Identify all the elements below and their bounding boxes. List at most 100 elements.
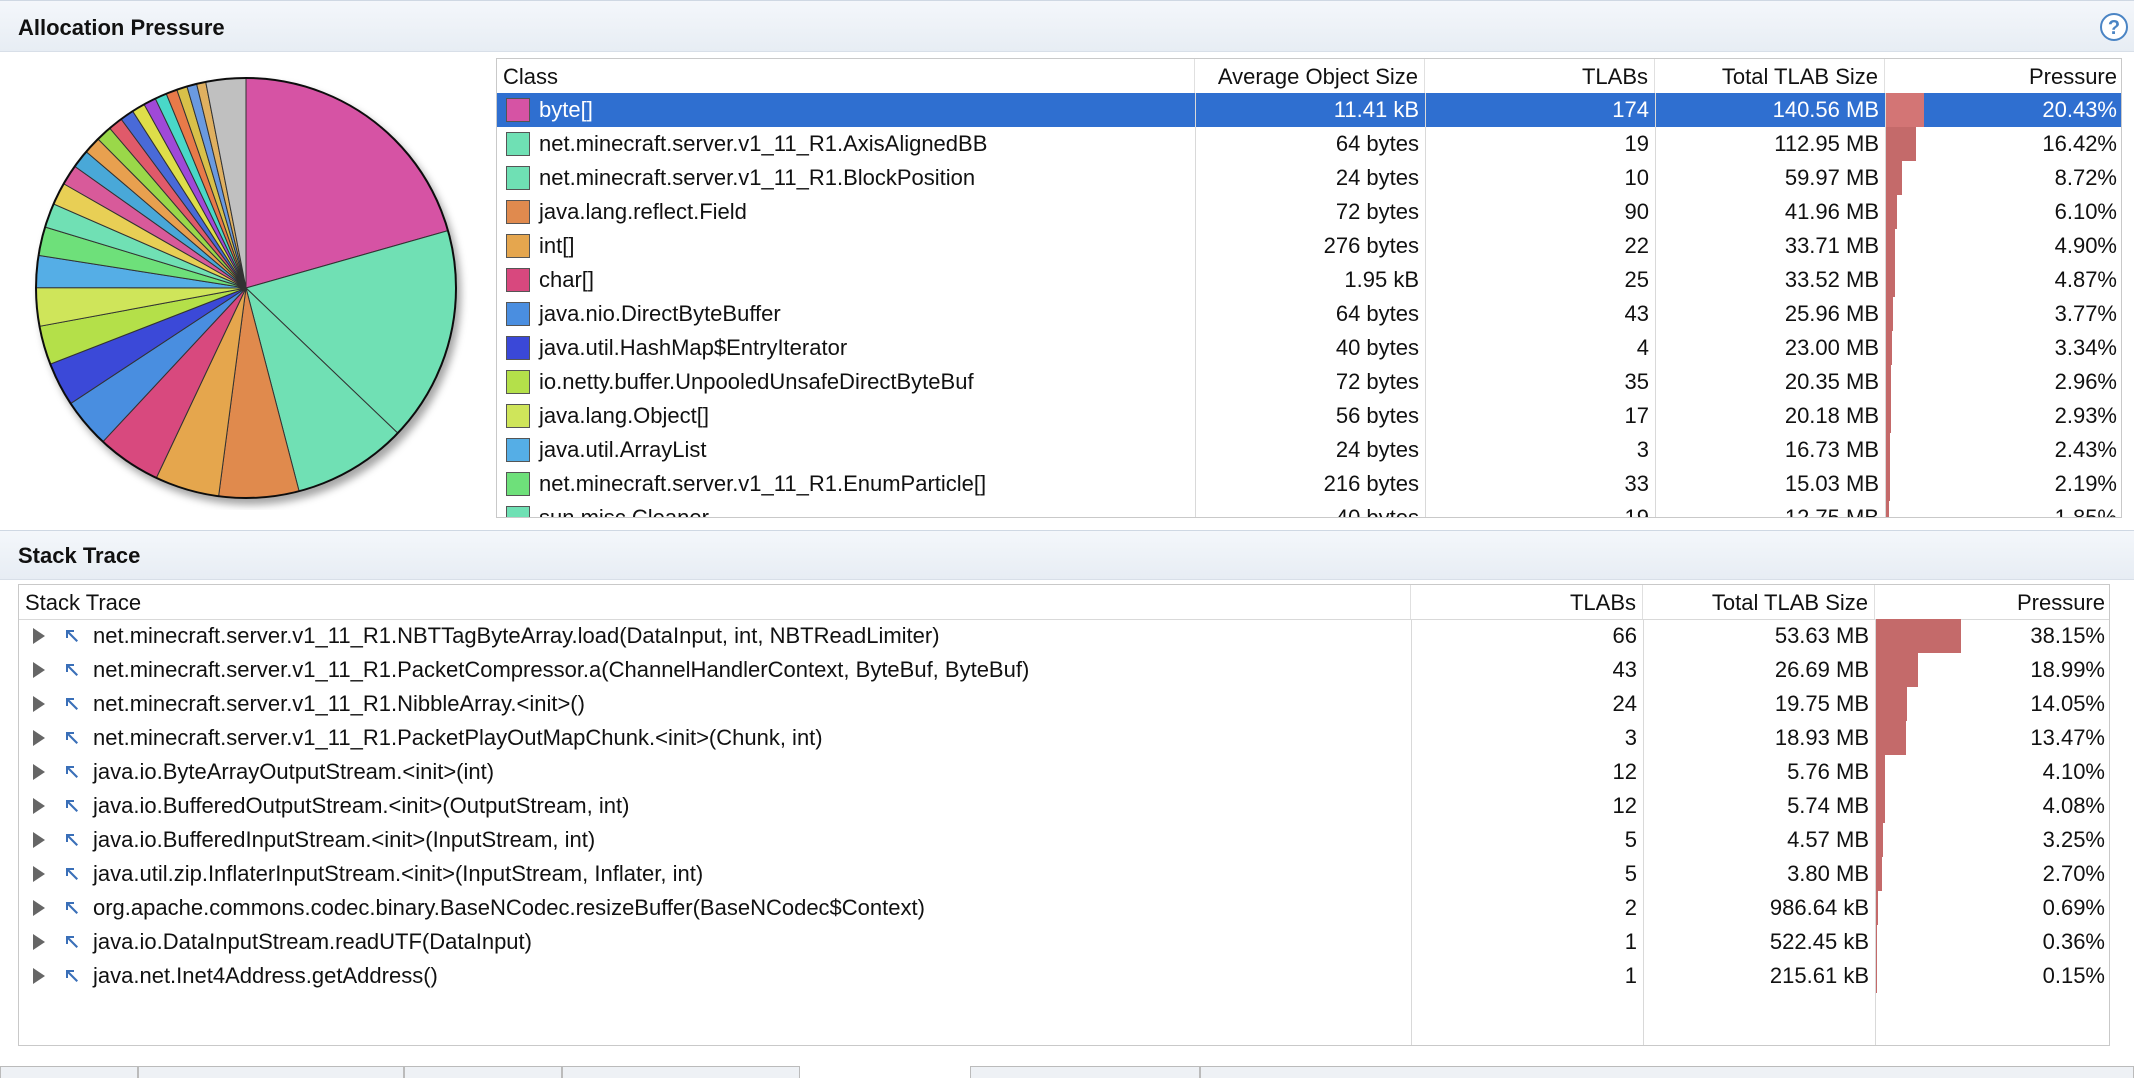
tlab-count: 12 xyxy=(1612,759,1637,784)
pressure-value: 2.96% xyxy=(2054,369,2117,394)
stack-frame-text: java.util.zip.InflaterInputStream.<init>… xyxy=(93,861,704,886)
total-tlab-size: 112.95 MB xyxy=(1774,131,1879,156)
table-row[interactable]: java.util.ArrayList 24 bytes 3 16.73 MB 2.43… xyxy=(497,433,2121,467)
tlab-count: 19 xyxy=(1624,505,1649,518)
stack-frame-row[interactable]: java.io.ByteArrayOutputStream.<init>(int… xyxy=(19,755,2109,789)
pressure-value: 4.08% xyxy=(2042,793,2105,818)
pressure-value: 4.90% xyxy=(2054,233,2117,258)
table-row[interactable]: java.lang.reflect.Field 72 bytes 90 41.96 M… xyxy=(497,195,2121,229)
stack-frame-text: net.minecraft.server.v1_11_R1.PacketPlay… xyxy=(93,725,823,750)
class-name: net.minecraft.server.v1_11_R1.EnumPartic… xyxy=(539,471,987,496)
total-tlab-size: 16.73 MB xyxy=(1784,437,1879,462)
tlab-count: 43 xyxy=(1624,301,1649,326)
table-row[interactable]: java.lang.Object[] 56 bytes 17 20.18 MB 2.93… xyxy=(497,399,2121,433)
column-header-total-tlab-size[interactable]: Total TLAB Size xyxy=(1643,585,1875,619)
total-tlab-size: 215.61 kB xyxy=(1769,963,1869,988)
help-icon[interactable]: ? xyxy=(2100,13,2128,41)
column-header-stack-trace[interactable]: Stack Trace xyxy=(19,585,1411,619)
stack-frame-row[interactable]: java.io.BufferedInputStream.<init>(Input… xyxy=(19,823,2109,857)
stack-frame-row[interactable]: java.io.DataInputStream.readUTF(DataInpu… xyxy=(19,925,2109,959)
stack-frame-text: net.minecraft.server.v1_11_R1.NBTTagByte… xyxy=(93,623,940,648)
column-header-class[interactable]: Class xyxy=(497,59,1195,93)
table-row[interactable]: java.util.HashMap$EntryIterator 40 bytes 4… xyxy=(497,331,2121,365)
allocation-pie-chart[interactable] xyxy=(30,70,470,510)
average-object-size: 64 bytes xyxy=(1335,301,1419,326)
pressure-value: 2.43% xyxy=(2054,437,2117,462)
column-header-pressure[interactable]: Pressure xyxy=(1875,585,2109,619)
class-name: byte[] xyxy=(539,97,593,122)
total-tlab-size: 23.00 MB xyxy=(1784,335,1879,360)
average-object-size: 64 bytes xyxy=(1335,131,1419,156)
stack-frame-row[interactable]: net.minecraft.server.v1_11_R1.NibbleArra… xyxy=(19,687,2109,721)
total-tlab-size: 33.71 MB xyxy=(1784,233,1879,258)
column-header-total-tlab-size[interactable]: Total TLAB Size xyxy=(1655,59,1885,93)
stack-frame-row[interactable]: java.net.Inet4Address.getAddress() 1 215.6… xyxy=(19,959,2109,993)
class-table[interactable]: Class Average Object Size TLABs Total TL… xyxy=(496,58,2122,518)
table-row[interactable]: char[] 1.95 kB 25 33.52 MB 4.87% xyxy=(497,263,2121,297)
pressure-value: 3.77% xyxy=(2054,301,2117,326)
table-row[interactable]: net.minecraft.server.v1_11_R1.BlockPosit… xyxy=(497,161,2121,195)
tlab-count: 12 xyxy=(1612,793,1637,818)
table-row[interactable]: int[] 276 bytes 22 33.71 MB 4.90% xyxy=(497,229,2121,263)
pressure-value: 2.19% xyxy=(2054,471,2117,496)
pressure-value: 0.36% xyxy=(2042,929,2105,954)
stack-frame-row[interactable]: net.minecraft.server.v1_11_R1.PacketComp… xyxy=(19,653,2109,687)
average-object-size: 24 bytes xyxy=(1335,165,1419,190)
pressure-value: 18.99% xyxy=(2030,657,2105,682)
stack-frame-row[interactable]: org.apache.commons.codec.binary.BaseNCod… xyxy=(19,891,2109,925)
bottom-tab[interactable] xyxy=(404,1066,562,1078)
class-name: java.nio.DirectByteBuffer xyxy=(539,301,781,326)
stack-frame-row[interactable]: net.minecraft.server.v1_11_R1.PacketPlay… xyxy=(19,721,2109,755)
class-name: io.netty.buffer.UnpooledUnsafeDirectByte… xyxy=(539,369,974,394)
stack-frame-row[interactable]: java.io.BufferedOutputStream.<init>(Outp… xyxy=(19,789,2109,823)
tlab-count: 2 xyxy=(1624,895,1637,920)
stack-trace-table[interactable]: Stack Trace TLABs Total TLAB Size Pressu… xyxy=(18,584,2110,1046)
bottom-tab[interactable] xyxy=(562,1066,800,1078)
column-header-tlabs[interactable]: TLABs xyxy=(1425,59,1655,93)
stack-frame-row[interactable]: net.minecraft.server.v1_11_R1.NBTTagByte… xyxy=(19,619,2109,653)
total-tlab-size: 19.75 MB xyxy=(1774,691,1869,716)
table-row[interactable]: byte[] 11.41 kB 174 140.56 MB 20.43% xyxy=(497,93,2121,127)
total-tlab-size: 15.03 MB xyxy=(1784,471,1879,496)
average-object-size: 1.95 kB xyxy=(1344,267,1419,292)
column-header-pressure[interactable]: Pressure xyxy=(1885,59,2121,93)
table-row[interactable]: net.minecraft.server.v1_11_R1.AxisAligne… xyxy=(497,127,2121,161)
tlab-count: 3 xyxy=(1624,725,1637,750)
tlab-count: 25 xyxy=(1624,267,1649,292)
total-tlab-size: 3.80 MB xyxy=(1787,861,1869,886)
class-name: java.lang.Object[] xyxy=(539,403,709,428)
class-name: net.minecraft.server.v1_11_R1.BlockPosit… xyxy=(539,165,976,190)
stack-frame-row[interactable]: java.util.zip.InflaterInputStream.<init>… xyxy=(19,857,2109,891)
total-tlab-size: 5.74 MB xyxy=(1787,793,1869,818)
bottom-tab[interactable] xyxy=(138,1066,404,1078)
tlab-count: 10 xyxy=(1624,165,1649,190)
stack-frame-text: java.net.Inet4Address.getAddress() xyxy=(93,963,438,988)
average-object-size: 24 bytes xyxy=(1335,437,1419,462)
bottom-tab[interactable] xyxy=(970,1066,1200,1078)
pressure-value: 13.47% xyxy=(2030,725,2105,750)
average-object-size: 40 bytes xyxy=(1335,335,1419,360)
average-object-size: 216 bytes xyxy=(1323,471,1419,496)
tlab-count: 17 xyxy=(1624,403,1649,428)
table-row[interactable]: java.nio.DirectByteBuffer 64 bytes 43 25.96… xyxy=(497,297,2121,331)
class-name: char[] xyxy=(539,267,595,292)
stack-frame-text: java.io.DataInputStream.readUTF(DataInpu… xyxy=(93,929,532,954)
pressure-value: 3.25% xyxy=(2042,827,2105,852)
column-header-average-object-size[interactable]: Average Object Size xyxy=(1195,59,1425,93)
table-row[interactable]: io.netty.buffer.UnpooledUnsafeDirectByte… xyxy=(497,365,2121,399)
total-tlab-size: 59.97 MB xyxy=(1784,165,1879,190)
total-tlab-size: 986.64 kB xyxy=(1769,895,1869,920)
tlab-count: 66 xyxy=(1612,623,1637,648)
tlab-count: 43 xyxy=(1612,657,1637,682)
stack-trace-header: Stack Trace xyxy=(0,530,2134,580)
tlab-count: 90 xyxy=(1624,199,1649,224)
total-tlab-size: 522.45 kB xyxy=(1769,929,1869,954)
bottom-tab[interactable] xyxy=(1200,1066,2134,1078)
pressure-value: 0.69% xyxy=(2042,895,2105,920)
class-name: int[] xyxy=(539,233,575,258)
table-row[interactable]: sun.misc.Cleaner 40 bytes 19 12.75 MB 1.85% xyxy=(497,501,2121,518)
tlab-count: 19 xyxy=(1624,131,1649,156)
column-header-tlabs[interactable]: TLABs xyxy=(1411,585,1643,619)
bottom-tab[interactable] xyxy=(0,1066,138,1078)
table-row[interactable]: net.minecraft.server.v1_11_R1.EnumPartic… xyxy=(497,467,2121,501)
